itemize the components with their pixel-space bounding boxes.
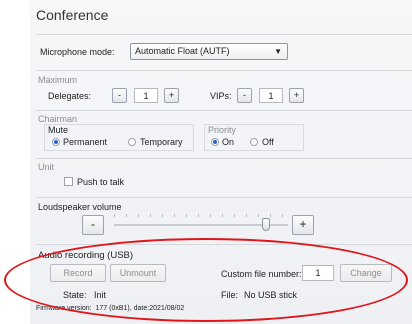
priority-on-label: On	[222, 137, 235, 147]
divider	[36, 70, 412, 71]
delegates-increment-button[interactable]: +	[164, 88, 179, 103]
loudspeaker-volume-label: Loudspeaker volume	[38, 202, 122, 212]
unit-section-label: Unit	[38, 162, 55, 172]
vips-decrement-button[interactable]: -	[237, 88, 252, 103]
microphone-mode-label: Microphone mode:	[40, 47, 115, 57]
chevron-down-icon: ▼	[274, 47, 282, 56]
priority-label: Priority	[208, 125, 237, 135]
priority-off-radio[interactable]	[250, 138, 258, 146]
mute-label: Mute	[48, 125, 69, 135]
push-to-talk-label: Push to talk	[77, 177, 125, 187]
highlight-ellipse	[4, 238, 408, 322]
maximum-section-label: Maximum	[38, 75, 78, 85]
divider	[36, 158, 412, 159]
page-title: Conference	[36, 7, 109, 23]
volume-slider-thumb[interactable]	[262, 218, 270, 231]
priority-on-radio[interactable]	[211, 138, 219, 146]
delegates-label: Delegates:	[48, 91, 92, 101]
divider	[36, 197, 412, 198]
microphone-mode-select[interactable]: Automatic Float (AUTF) ▼	[130, 43, 288, 60]
mute-temporary-label: Temporary	[140, 137, 183, 147]
push-to-talk-checkbox[interactable]	[64, 177, 73, 186]
vips-value[interactable]: 1	[259, 88, 283, 103]
chairman-section-label: Chairman	[38, 114, 78, 124]
volume-slider-ticks	[114, 214, 288, 217]
microphone-mode-value: Automatic Float (AUTF)	[135, 46, 230, 56]
mute-permanent-label: Permanent	[63, 137, 108, 147]
volume-decrease-button[interactable]: -	[82, 215, 104, 235]
divider	[36, 34, 412, 35]
mute-temporary-radio[interactable]	[128, 138, 136, 146]
volume-increase-button[interactable]: +	[292, 215, 314, 235]
vips-label: VIPs:	[210, 91, 232, 101]
vips-increment-button[interactable]: +	[289, 88, 304, 103]
priority-off-label: Off	[262, 137, 274, 147]
delegates-value[interactable]: 1	[134, 88, 158, 103]
mute-permanent-radio[interactable]	[52, 138, 60, 146]
delegates-decrement-button[interactable]: -	[112, 88, 127, 103]
divider	[36, 110, 412, 111]
